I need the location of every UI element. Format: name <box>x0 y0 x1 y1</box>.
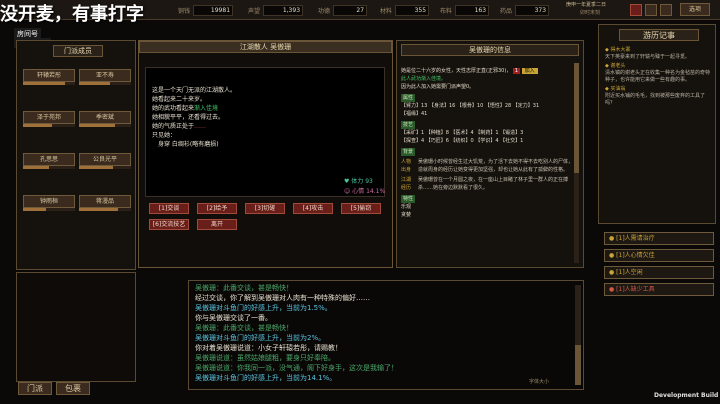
quest-list: ● [1]人需请治疗 ● [1]人心情欠佳 ● [1]人空闲 ● [1]人缺少工… <box>604 232 714 296</box>
give-button[interactable]: [2]给予 <box>197 203 237 214</box>
quest-item[interactable]: ● [1]人心情欠佳 <box>604 249 714 262</box>
desc-line: 只见她： <box>152 132 177 139</box>
stat-fame: 声望 1,393 <box>248 4 304 16</box>
info-desc3: 因为此人加入她需要门派声望0。 <box>401 84 475 90</box>
game-time: 卯时末刻 <box>580 10 601 16</box>
talk-button[interactable]: [1]交谈 <box>149 203 189 214</box>
left-lower-panel <box>16 272 136 382</box>
play-button[interactable] <box>645 4 657 16</box>
attr-row: 【福缘】41 <box>401 111 428 117</box>
trait-tag: 特性 <box>401 195 416 203</box>
desc-line: 她看起来二十来岁。 <box>152 96 207 103</box>
dialog-title: 江湖散人 吴傲珊 <box>139 41 392 53</box>
join-button[interactable]: 加入 <box>521 68 538 74</box>
pause-button[interactable] <box>630 4 642 16</box>
trait: 乐观 <box>401 204 412 210</box>
member-card[interactable]: 蒋漫品 <box>79 195 131 211</box>
quest-item[interactable]: ● [1]人需请治疗 <box>604 232 714 245</box>
message-log: 吴傲珊：此番交谈，甚是畅快！ 经过交谈，你了解到吴傲珊对人肉有一种特殊的偏好……… <box>188 280 584 390</box>
stat-coins: 铜钱 19981 <box>178 4 234 16</box>
info-desc: 她是位二十六岁的女性，天性志厚正直(正邪30)， 1 加入 <box>401 67 573 75</box>
info-scrollbar[interactable] <box>574 63 579 263</box>
spar-button[interactable]: [3]切磋 <box>245 203 285 214</box>
fast-forward-button[interactable] <box>660 4 672 16</box>
history-row: 江湖经历 吴傲珊曾在一个月圆之夜，在一座山上目睹了林子里一群人的正在搏杀……她在… <box>401 177 569 191</box>
member-card[interactable]: 泽于苑邦 <box>23 111 75 127</box>
stat-merit: 功德 27 <box>318 4 368 16</box>
member-card[interactable]: 亚不寿 <box>79 69 131 85</box>
member-panel: 门派成员 轩辕若彤 亚不寿 泽于苑邦 季密斌 孔思思 公良光平 钟雨桓 蒋漫品 <box>16 40 136 270</box>
stat-cloth: 布料 163 <box>440 4 490 16</box>
skill-row: 【采矿】1 【种植】8 【医术】4 【制药】1 【锻造】3 <box>401 130 524 136</box>
info-panel: 吴傲珊的信息 她是位二十六岁的女性，天性志厚正直(正邪30)， 1 加入 此人武… <box>396 40 584 268</box>
desc-line: 她的武功看起来渐入佳境 <box>152 105 219 112</box>
skill-row: 【探查】4 【巧匠】6 【纺织】0 【学识】4 【社交】1 <box>401 138 524 144</box>
font-size-label: 字体大小 <box>529 379 550 385</box>
dev-build-label: Development Build <box>654 392 719 399</box>
journal-header: 游历记事 <box>619 29 699 41</box>
info-desc2: 此人武功渐入佳境。 <box>401 76 447 82</box>
leave-button[interactable]: 离开 <box>197 219 237 230</box>
skill-tag: 技艺 <box>401 121 416 129</box>
member-card[interactable]: 轩辕若彤 <box>23 69 75 85</box>
desc-line: 她相貌平平，还看得过去。 <box>152 114 225 121</box>
desc-line: 她的气质正处于…… <box>152 123 207 130</box>
member-card[interactable]: 季密斌 <box>79 111 131 127</box>
log-lines: 吴傲珊：此番交谈，甚是畅快！ 经过交谈，你了解到吴傲珊对人肉有一种特殊的偏好……… <box>195 284 398 382</box>
origin-row: 人物出身 吴傲珊小时候曾经生过大饥荒，为了活下去她不得不去吃别人的尸体，造就周身… <box>401 159 573 173</box>
attack-button[interactable]: [4]攻击 <box>293 203 333 214</box>
member-header: 门派成员 <box>53 45 103 57</box>
log-scrollbar[interactable] <box>575 285 581 385</box>
member-grid: 轩辕若彤 亚不寿 泽于苑邦 季密斌 孔思思 公良光平 钟雨桓 蒋漫品 <box>23 69 131 211</box>
desc-line: 这是一个天门无派的江湖散人。 <box>152 87 237 94</box>
attr-tag: 属性 <box>401 94 416 102</box>
options-button[interactable]: 选项 <box>680 3 710 16</box>
member-card[interactable]: 钟雨桓 <box>23 195 75 211</box>
journal-entries: ◆ 得木大寨 天下英豪来到了轩辕与臻于一起寻觅。 ◆ 谢老头 清水镇的谢老头正在… <box>605 47 711 106</box>
hp-stat: ♥ 体力 93 <box>344 178 373 185</box>
quest-item[interactable]: ● [1]人缺少工具 <box>604 283 714 296</box>
stat-medicine: 药品 373 <box>500 4 550 16</box>
mood-stat: ☺ 心情 14.1% <box>344 188 386 195</box>
member-card[interactable]: 孔思思 <box>23 153 75 169</box>
npc-dialog: 江湖散人 吴傲珊 这是一个天门无派的江湖散人。 她看起来二十来岁。 她的武功看起… <box>138 40 393 268</box>
quest-item[interactable]: ● [1]人空闲 <box>604 266 714 279</box>
desc-line: 身穿 白绸衫(略有磨损) <box>152 141 219 148</box>
stream-title: 没开麦，有事打字 <box>0 4 144 25</box>
inventory-button[interactable]: 包裹 <box>56 382 90 395</box>
attr-row: 【臂力】13 【身法】16 【根骨】10 【悟性】28 【定力】31 <box>401 103 540 109</box>
trait: 贪婪 <box>401 212 412 218</box>
skill-exchange-button[interactable]: [6]交流技艺 <box>149 219 189 230</box>
journal-panel: 游历记事 ◆ 得木大寨 天下英豪来到了轩辕与臻于一起寻觅。 ◆ 谢老头 清水镇的… <box>598 24 716 224</box>
steal-button[interactable]: [5]偷窃 <box>341 203 381 214</box>
stat-material: 材料 355 <box>380 4 430 16</box>
sect-button[interactable]: 门派 <box>18 382 52 395</box>
info-content: 她是位二十六岁的女性，天性志厚正直(正邪30)， 1 加入 此人武功渐入佳境。 … <box>401 59 573 265</box>
info-title: 吴傲珊的信息 <box>401 44 579 56</box>
member-card[interactable]: 公良光平 <box>79 153 131 169</box>
background-tag: 背景 <box>401 148 416 156</box>
